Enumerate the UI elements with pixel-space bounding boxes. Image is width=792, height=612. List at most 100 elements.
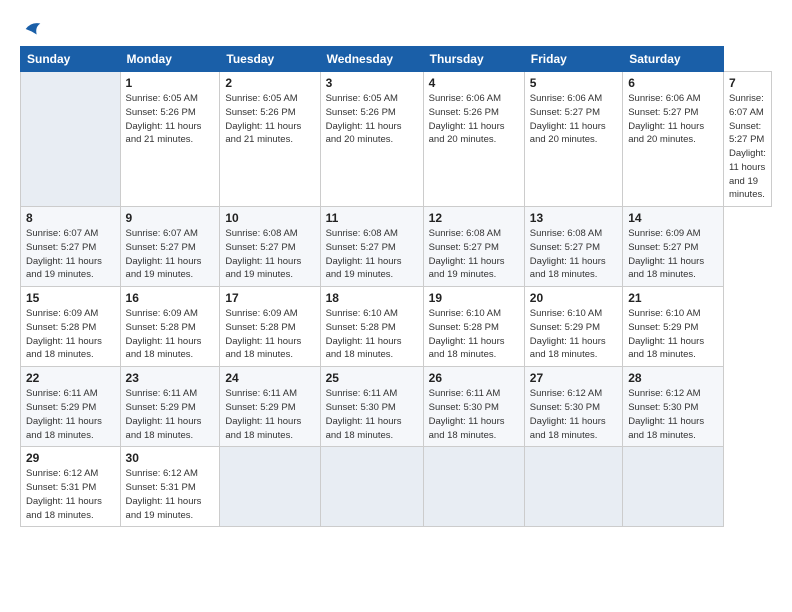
header	[20, 18, 772, 36]
calendar-cell: 7 Sunrise: 6:07 AMSunset: 5:27 PMDaylight…	[723, 72, 771, 207]
logo-wing-icon	[22, 18, 44, 40]
day-number: 5	[530, 76, 617, 90]
calendar-page: SundayMondayTuesdayWednesdayThursdayFrid…	[0, 0, 792, 612]
calendar-cell: 12 Sunrise: 6:08 AMSunset: 5:27 PMDayligh…	[423, 207, 524, 287]
column-header-saturday: Saturday	[623, 47, 724, 72]
day-number: 17	[225, 291, 314, 305]
calendar-cell: 2 Sunrise: 6:05 AMSunset: 5:26 PMDaylight…	[220, 72, 320, 207]
day-info: Sunrise: 6:09 AMSunset: 5:27 PMDaylight:…	[628, 227, 718, 282]
day-info: Sunrise: 6:08 AMSunset: 5:27 PMDaylight:…	[429, 227, 519, 282]
calendar-cell: 4 Sunrise: 6:06 AMSunset: 5:26 PMDaylight…	[423, 72, 524, 207]
day-number: 14	[628, 211, 718, 225]
calendar-cell: 13 Sunrise: 6:08 AMSunset: 5:27 PMDayligh…	[524, 207, 622, 287]
day-number: 20	[530, 291, 617, 305]
day-number: 26	[429, 371, 519, 385]
day-info: Sunrise: 6:12 AMSunset: 5:31 PMDaylight:…	[126, 467, 215, 522]
day-number: 28	[628, 371, 718, 385]
day-info: Sunrise: 6:05 AMSunset: 5:26 PMDaylight:…	[326, 92, 418, 147]
day-info: Sunrise: 6:06 AMSunset: 5:27 PMDaylight:…	[628, 92, 718, 147]
day-info: Sunrise: 6:10 AMSunset: 5:29 PMDaylight:…	[530, 307, 617, 362]
day-info: Sunrise: 6:09 AMSunset: 5:28 PMDaylight:…	[126, 307, 215, 362]
calendar-cell: 5 Sunrise: 6:06 AMSunset: 5:27 PMDaylight…	[524, 72, 622, 207]
calendar-cell: 26Sunrise: 6:11 AMSunset: 5:30 PMDayligh…	[423, 367, 524, 447]
calendar-cell: 6 Sunrise: 6:06 AMSunset: 5:27 PMDaylight…	[623, 72, 724, 207]
calendar-cell: 3 Sunrise: 6:05 AMSunset: 5:26 PMDaylight…	[320, 72, 423, 207]
day-number: 22	[26, 371, 115, 385]
calendar-cell: 29 Sunrise: 6:12 AMSunset: 5:31 PMDayligh…	[21, 447, 121, 527]
day-number: 8	[26, 211, 115, 225]
day-number: 16	[126, 291, 215, 305]
calendar-cell: 10Sunrise: 6:08 AMSunset: 5:27 PMDayligh…	[220, 207, 320, 287]
day-number: 9	[126, 211, 215, 225]
day-number: 1	[126, 76, 215, 90]
day-info: Sunrise: 6:11 AMSunset: 5:29 PMDaylight:…	[225, 387, 314, 442]
column-header-monday: Monday	[120, 47, 220, 72]
calendar-cell: 16 Sunrise: 6:09 AMSunset: 5:28 PMDayligh…	[120, 287, 220, 367]
day-number: 7	[729, 76, 766, 90]
day-number: 27	[530, 371, 617, 385]
day-number: 21	[628, 291, 718, 305]
calendar-cell	[320, 447, 423, 527]
calendar-cell	[423, 447, 524, 527]
day-info: Sunrise: 6:12 AMSunset: 5:30 PMDaylight:…	[628, 387, 718, 442]
day-number: 2	[225, 76, 314, 90]
day-info: Sunrise: 6:08 AMSunset: 5:27 PMDaylight:…	[530, 227, 617, 282]
day-info: Sunrise: 6:11 AMSunset: 5:29 PMDaylight:…	[126, 387, 215, 442]
day-info: Sunrise: 6:06 AMSunset: 5:27 PMDaylight:…	[530, 92, 617, 147]
calendar-cell: 17Sunrise: 6:09 AMSunset: 5:28 PMDayligh…	[220, 287, 320, 367]
calendar-cell	[524, 447, 622, 527]
day-number: 23	[126, 371, 215, 385]
day-info: Sunrise: 6:06 AMSunset: 5:26 PMDaylight:…	[429, 92, 519, 147]
calendar-cell: 23 Sunrise: 6:11 AMSunset: 5:29 PMDayligh…	[120, 367, 220, 447]
calendar-cell	[21, 72, 121, 207]
calendar-cell: 22 Sunrise: 6:11 AMSunset: 5:29 PMDayligh…	[21, 367, 121, 447]
day-info: Sunrise: 6:12 AMSunset: 5:31 PMDaylight:…	[26, 467, 115, 522]
calendar-cell: 19 Sunrise: 6:10 AMSunset: 5:28 PMDayligh…	[423, 287, 524, 367]
day-number: 30	[126, 451, 215, 465]
day-info: Sunrise: 6:07 AMSunset: 5:27 PMDaylight:…	[126, 227, 215, 282]
calendar-cell	[220, 447, 320, 527]
day-number: 18	[326, 291, 418, 305]
calendar-cell: 11Sunrise: 6:08 AMSunset: 5:27 PMDayligh…	[320, 207, 423, 287]
calendar-cell: 8 Sunrise: 6:07 AMSunset: 5:27 PMDaylight…	[21, 207, 121, 287]
column-header-friday: Friday	[524, 47, 622, 72]
column-header-tuesday: Tuesday	[220, 47, 320, 72]
calendar-cell	[623, 447, 724, 527]
day-info: Sunrise: 6:09 AMSunset: 5:28 PMDaylight:…	[26, 307, 115, 362]
day-number: 13	[530, 211, 617, 225]
day-number: 4	[429, 76, 519, 90]
day-info: Sunrise: 6:10 AMSunset: 5:29 PMDaylight:…	[628, 307, 718, 362]
day-number: 19	[429, 291, 519, 305]
calendar-table: SundayMondayTuesdayWednesdayThursdayFrid…	[20, 46, 772, 527]
day-number: 6	[628, 76, 718, 90]
day-info: Sunrise: 6:05 AMSunset: 5:26 PMDaylight:…	[126, 92, 215, 147]
day-number: 12	[429, 211, 519, 225]
calendar-cell: 25 Sunrise: 6:11 AMSunset: 5:30 PMDayligh…	[320, 367, 423, 447]
calendar-cell: 28 Sunrise: 6:12 AMSunset: 5:30 PMDayligh…	[623, 367, 724, 447]
day-number: 25	[326, 371, 418, 385]
day-info: Sunrise: 6:07 AMSunset: 5:27 PMDaylight:…	[26, 227, 115, 282]
column-header-sunday: Sunday	[21, 47, 121, 72]
calendar-cell: 1 Sunrise: 6:05 AMSunset: 5:26 PMDaylight…	[120, 72, 220, 207]
day-number: 24	[225, 371, 314, 385]
day-info: Sunrise: 6:10 AMSunset: 5:28 PMDaylight:…	[326, 307, 418, 362]
day-info: Sunrise: 6:11 AMSunset: 5:30 PMDaylight:…	[326, 387, 418, 442]
day-info: Sunrise: 6:08 AMSunset: 5:27 PMDaylight:…	[225, 227, 314, 282]
column-header-thursday: Thursday	[423, 47, 524, 72]
calendar-cell: 30 Sunrise: 6:12 AMSunset: 5:31 PMDayligh…	[120, 447, 220, 527]
calendar-cell: 24 Sunrise: 6:11 AMSunset: 5:29 PMDayligh…	[220, 367, 320, 447]
calendar-cell: 9 Sunrise: 6:07 AMSunset: 5:27 PMDaylight…	[120, 207, 220, 287]
calendar-cell: 21 Sunrise: 6:10 AMSunset: 5:29 PMDayligh…	[623, 287, 724, 367]
day-info: Sunrise: 6:05 AMSunset: 5:26 PMDaylight:…	[225, 92, 314, 147]
day-number: 11	[326, 211, 418, 225]
calendar-cell: 15Sunrise: 6:09 AMSunset: 5:28 PMDayligh…	[21, 287, 121, 367]
day-info: Sunrise: 6:07 AMSunset: 5:27 PMDaylight:…	[729, 92, 766, 202]
day-info: Sunrise: 6:10 AMSunset: 5:28 PMDaylight:…	[429, 307, 519, 362]
column-header-wednesday: Wednesday	[320, 47, 423, 72]
calendar-cell: 27Sunrise: 6:12 AMSunset: 5:30 PMDayligh…	[524, 367, 622, 447]
day-number: 3	[326, 76, 418, 90]
day-info: Sunrise: 6:11 AMSunset: 5:29 PMDaylight:…	[26, 387, 115, 442]
calendar-cell: 20 Sunrise: 6:10 AMSunset: 5:29 PMDayligh…	[524, 287, 622, 367]
day-number: 29	[26, 451, 115, 465]
calendar-cell: 18 Sunrise: 6:10 AMSunset: 5:28 PMDayligh…	[320, 287, 423, 367]
